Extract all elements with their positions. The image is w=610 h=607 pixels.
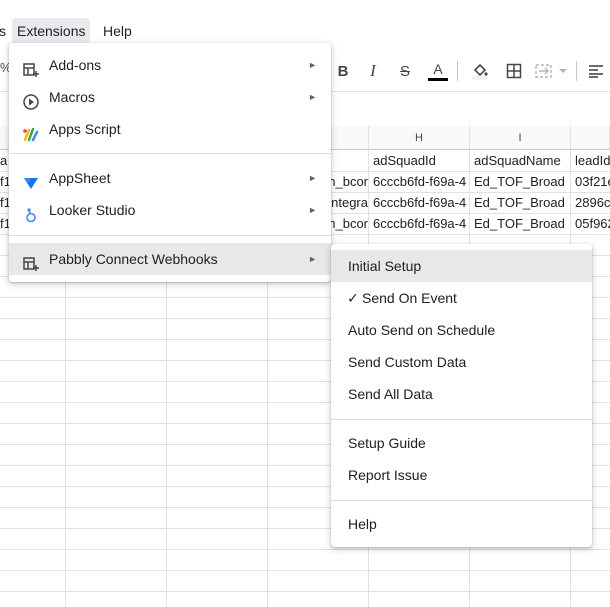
appsheet-icon [22, 170, 40, 189]
cell[interactable]: 2896c [572, 192, 610, 213]
submenu-item-label: Send On Event [362, 290, 457, 306]
menu-item-looker-studio[interactable]: Looker Studio ► [9, 194, 331, 226]
toolbar-divider [457, 61, 458, 81]
submenu-item-label: Send All Data [348, 386, 433, 402]
submenu-item-help[interactable]: Help [331, 508, 592, 540]
menu-item-pabbly-connect-webhooks[interactable]: Pabbly Connect Webhooks ► [9, 243, 331, 275]
submenu-item-label: Auto Send on Schedule [348, 322, 496, 338]
apps-script-icon [22, 121, 40, 142]
pabbly-submenu: Initial Setup ✓ Send On Event Auto Send … [331, 244, 592, 547]
menu-help[interactable]: Help [98, 18, 137, 44]
menu-item-label: Add-ons [49, 57, 102, 73]
pabbly-icon [22, 251, 40, 271]
menu-item-macros[interactable]: Macros ► [9, 81, 331, 113]
submenu-arrow-icon: ► [308, 254, 317, 264]
extensions-menu: Add-ons ► Macros ► Apps Script AppSheet … [9, 43, 331, 282]
submenu-item-report-issue[interactable]: Report Issue [331, 459, 592, 491]
submenu-item-label: Report Issue [348, 467, 428, 483]
looker-studio-icon [22, 202, 40, 223]
cell[interactable]: 6cccb6fd-f69a-4 [370, 192, 469, 213]
menu-item-label: Apps Script [49, 121, 121, 137]
submenu-item-label: Help [348, 516, 377, 532]
menu-item-add-ons[interactable]: Add-ons ► [9, 49, 331, 81]
merge-cells-icon[interactable] [534, 57, 570, 85]
grid-line [0, 591, 610, 592]
menu-divider [331, 500, 592, 501]
borders-icon[interactable] [501, 57, 527, 85]
menu-divider [9, 235, 331, 236]
align-left-icon[interactable] [583, 57, 609, 85]
submenu-item-send-custom-data[interactable]: Send Custom Data [331, 346, 592, 378]
cell[interactable]: 6cccb6fd-f69a-4 [370, 171, 469, 192]
grid-line [0, 549, 610, 550]
submenu-arrow-icon: ► [308, 60, 317, 70]
column-header-j[interactable] [571, 126, 610, 150]
grid-line [0, 570, 610, 571]
submenu-item-send-all-data[interactable]: Send All Data [331, 378, 592, 410]
menu-item-label: AppSheet [49, 170, 111, 186]
menu-extensions[interactable]: Extensions [12, 18, 91, 44]
menu-item-label: Macros [49, 89, 95, 105]
fill-color-icon[interactable] [467, 57, 493, 85]
toolbar-divider [576, 61, 577, 81]
menu-divider [331, 419, 592, 420]
column-header-i[interactable]: I [470, 126, 571, 150]
italic-icon[interactable]: I [360, 57, 386, 85]
menu-item-label: Pabbly Connect Webhooks [49, 251, 218, 267]
submenu-arrow-icon: ► [308, 92, 317, 102]
cell[interactable]: adSquadId [370, 150, 469, 171]
submenu-item-send-on-event[interactable]: ✓ Send On Event [331, 282, 592, 314]
macros-icon [22, 89, 40, 110]
submenu-item-label: Setup Guide [348, 435, 426, 451]
submenu-arrow-icon: ► [308, 173, 317, 183]
submenu-item-label: Initial Setup [348, 258, 422, 274]
cell[interactable]: Ed_TOF_Broad [471, 192, 570, 213]
submenu-item-initial-setup[interactable]: Initial Setup [331, 250, 592, 282]
cell[interactable]: 03f21e [572, 171, 610, 192]
strikethrough-icon[interactable]: S [392, 57, 418, 85]
submenu-arrow-icon: ► [308, 205, 317, 215]
menu-item-label: Looker Studio [49, 202, 136, 218]
cell[interactable]: adSquadName [471, 150, 570, 171]
menu-divider [9, 153, 331, 154]
menu-bar: s Extensions Help [0, 18, 610, 44]
column-header-h[interactable]: H [369, 126, 470, 150]
menu-item-apps-script[interactable]: Apps Script [9, 113, 331, 145]
submenu-item-auto-send-on-schedule[interactable]: Auto Send on Schedule [331, 314, 592, 346]
submenu-item-label: Send Custom Data [348, 354, 467, 370]
check-icon: ✓ [347, 290, 359, 306]
toolbar: B I S A [330, 53, 610, 89]
cell[interactable]: Ed_TOF_Broad [471, 171, 570, 192]
menu-format-partial[interactable]: s [0, 18, 11, 44]
menu-item-appsheet[interactable]: AppSheet ► [9, 162, 331, 194]
text-color-icon[interactable]: A [425, 57, 451, 85]
bold-icon[interactable]: B [330, 57, 356, 85]
cell[interactable]: 6cccb6fd-f69a-4 [370, 213, 469, 234]
cell[interactable]: 05f962 [572, 213, 610, 234]
cell[interactable]: leadId [572, 150, 610, 171]
submenu-item-setup-guide[interactable]: Setup Guide [331, 427, 592, 459]
add-ons-icon [22, 57, 40, 77]
cell[interactable]: Ed_TOF_Broad [471, 213, 570, 234]
